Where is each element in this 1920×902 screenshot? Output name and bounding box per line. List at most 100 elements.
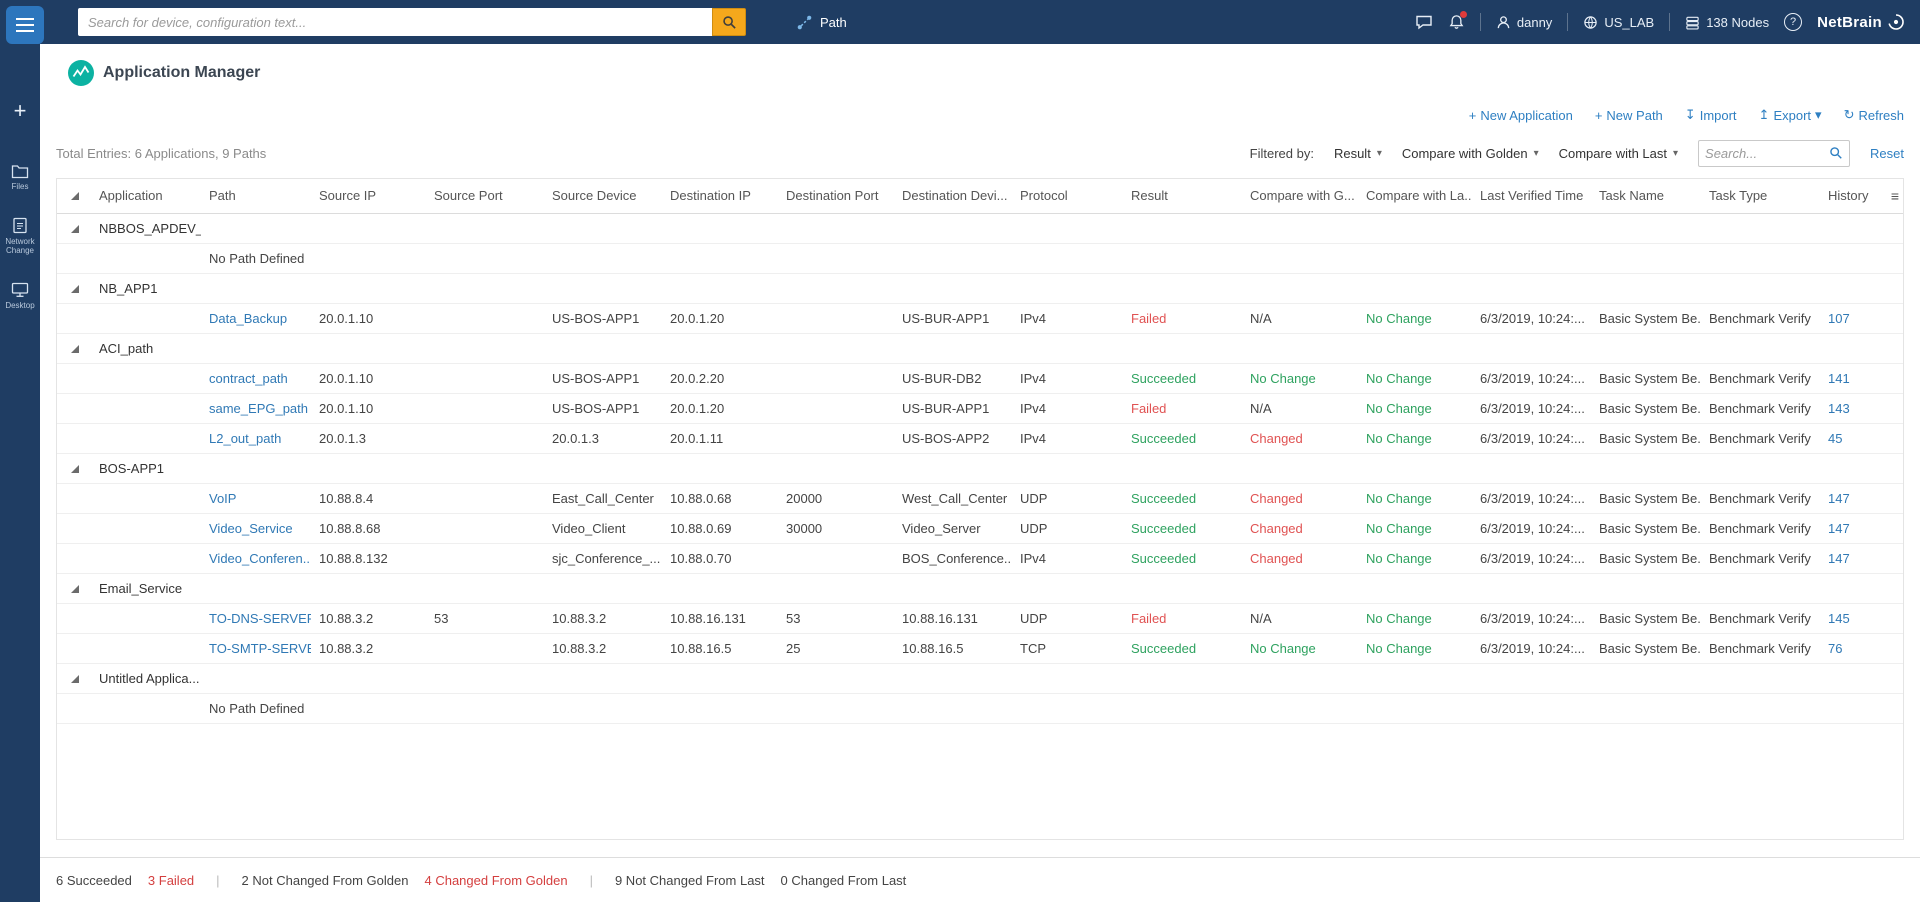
destination-device: US-BUR-APP1: [894, 303, 1012, 334]
table-header-row: Application Path Source IP Source Port S…: [57, 179, 1903, 214]
task-type: Benchmark Verify: [1701, 633, 1820, 664]
result-filter-dropdown[interactable]: Result ▾: [1334, 146, 1382, 161]
path-link[interactable]: TO-DNS-SERVER: [209, 611, 311, 626]
refresh-button[interactable]: ↻ Refresh: [1844, 107, 1904, 123]
destination-device: 10.88.16.131: [894, 603, 1012, 634]
help-icon[interactable]: ?: [1784, 13, 1803, 31]
notifications-bell-icon[interactable]: [1448, 11, 1467, 31]
col-history[interactable]: History: [1820, 179, 1882, 214]
new-path-button[interactable]: + New Path: [1595, 108, 1663, 123]
history-link[interactable]: 45: [1828, 431, 1842, 446]
path-row[interactable]: TO-DNS-SERVER 10.88.3.2 53 10.88.3.2 10.88.1…: [57, 603, 1903, 634]
path-row[interactable]: same_EPG_path 20.0.1.10 US-BOS-APP1 20.0.1.…: [57, 393, 1903, 424]
application-group-row[interactable]: BOS-APP1: [57, 453, 1903, 484]
col-destination-device[interactable]: Destination Devi...: [894, 179, 1012, 214]
history-link[interactable]: 143: [1828, 401, 1850, 416]
nodes-icon: [1685, 15, 1700, 30]
history-link[interactable]: 145: [1828, 611, 1850, 626]
import-button[interactable]: ↧ Import: [1685, 107, 1737, 123]
sidebar-item-files[interactable]: Files: [0, 164, 40, 191]
col-application[interactable]: Application: [91, 179, 201, 214]
history-link[interactable]: 107: [1828, 311, 1850, 326]
chat-icon[interactable]: [1415, 13, 1433, 31]
path-row[interactable]: L2_out_path 20.0.1.3 20.0.1.3 20.0.1.11 US-B…: [57, 423, 1903, 454]
table-search-input[interactable]: [1705, 145, 1830, 161]
compare-with-last: No Change: [1358, 603, 1472, 634]
collapse-group-icon[interactable]: [71, 464, 79, 473]
col-result[interactable]: Result: [1123, 179, 1242, 214]
global-search-button[interactable]: [712, 8, 746, 36]
application-group-row[interactable]: NBBOS_APDEV_...: [57, 213, 1903, 244]
path-row[interactable]: Data_Backup 20.0.1.10 US-BOS-APP1 20.0.1.20…: [57, 303, 1903, 334]
history-link[interactable]: 141: [1828, 371, 1850, 386]
task-name: Basic System Be...: [1591, 303, 1701, 334]
domain-menu[interactable]: US_LAB: [1583, 15, 1654, 30]
path-cell: Data_Backup: [201, 303, 311, 334]
path-link[interactable]: same_EPG_path: [209, 401, 308, 416]
path-link[interactable]: Data_Backup: [209, 311, 287, 326]
compare-with-last-dropdown[interactable]: Compare with Last ▾: [1559, 146, 1678, 161]
application-group-row[interactable]: NB_APP1: [57, 273, 1903, 304]
top-navigation-bar: Path danny US_LAB 138 Nod: [0, 0, 1920, 44]
col-compare-with-last[interactable]: Compare with La...: [1358, 179, 1472, 214]
col-protocol[interactable]: Protocol: [1012, 179, 1123, 214]
history-link[interactable]: 147: [1828, 491, 1850, 506]
history-link[interactable]: 147: [1828, 521, 1850, 536]
collapse-group-icon[interactable]: [71, 674, 79, 683]
path-link[interactable]: Video_Service: [209, 521, 293, 536]
col-task-name[interactable]: Task Name: [1591, 179, 1701, 214]
col-last-verified-time[interactable]: Last Verified Time: [1472, 179, 1591, 214]
search-icon[interactable]: [1829, 146, 1843, 160]
history-link[interactable]: 76: [1828, 641, 1842, 656]
path-link[interactable]: Video_Conferen...: [209, 551, 311, 566]
main-menu-button[interactable]: [6, 6, 44, 44]
collapse-all-icon: [71, 192, 79, 201]
path-link[interactable]: TO-SMTP-SERVER: [209, 641, 311, 656]
col-path[interactable]: Path: [201, 179, 311, 214]
col-source-device[interactable]: Source Device: [544, 179, 662, 214]
user-menu[interactable]: danny: [1496, 15, 1552, 30]
path-menu-item[interactable]: Path: [796, 14, 847, 31]
application-group-row[interactable]: Untitled Applica...: [57, 663, 1903, 694]
application-group-row[interactable]: Email_Service: [57, 573, 1903, 604]
global-search-input[interactable]: [78, 8, 712, 36]
collapse-all-header[interactable]: [57, 179, 91, 214]
nodes-menu[interactable]: 138 Nodes: [1685, 15, 1769, 30]
collapse-group-icon[interactable]: [71, 584, 79, 593]
path-row[interactable]: contract_path 20.0.1.10 US-BOS-APP1 20.0.2.…: [57, 363, 1903, 394]
path-link[interactable]: L2_out_path: [209, 431, 281, 446]
reset-filters-link[interactable]: Reset: [1870, 146, 1904, 161]
sidebar-item-network-change[interactable]: Network Change: [0, 217, 40, 255]
compare-with-golden: N/A: [1242, 603, 1358, 634]
column-menu-icon[interactable]: ≡: [1882, 179, 1903, 214]
history-link[interactable]: 147: [1828, 551, 1850, 566]
application-group-row[interactable]: ACI_path: [57, 333, 1903, 364]
result: Succeeded: [1123, 633, 1242, 664]
status-summary-item: 0 Changed From Last: [780, 872, 907, 888]
path-link[interactable]: VoIP: [209, 491, 236, 506]
sidebar-add-button[interactable]: +: [14, 100, 27, 122]
collapse-group-icon[interactable]: [71, 284, 79, 293]
collapse-group-icon[interactable]: [71, 344, 79, 353]
hamburger-icon: [16, 18, 34, 20]
path-row[interactable]: TO-SMTP-SERVER10.88.3.210.88.3.210.88.16…: [57, 633, 1903, 664]
path-row[interactable]: VoIP 10.88.8.4 East_Call_Center 10.88.0.68 2…: [57, 483, 1903, 514]
compare-with-golden-dropdown[interactable]: Compare with Golden ▾: [1402, 146, 1539, 161]
status-summary-item: 4 Changed From Golden: [424, 872, 568, 888]
path-link[interactable]: contract_path: [209, 371, 288, 386]
compare-with-last: No Change: [1358, 633, 1472, 664]
col-source-port[interactable]: Source Port: [426, 179, 544, 214]
sidebar-item-desktop[interactable]: Desktop: [0, 282, 40, 310]
col-task-type[interactable]: Task Type: [1701, 179, 1820, 214]
collapse-group-icon[interactable]: [71, 224, 79, 233]
new-application-button[interactable]: + New Application: [1469, 108, 1573, 123]
path-row[interactable]: Video_Conferen... 10.88.8.132 sjc_Conferen…: [57, 543, 1903, 574]
col-destination-port[interactable]: Destination Port: [778, 179, 894, 214]
col-destination-ip[interactable]: Destination IP: [662, 179, 778, 214]
export-button[interactable]: ↥ Export ▾: [1759, 107, 1822, 123]
path-row[interactable]: Video_Service 10.88.8.68 Video_Client 10.88…: [57, 513, 1903, 544]
col-source-ip[interactable]: Source IP: [311, 179, 426, 214]
task-type: Benchmark Verify: [1701, 363, 1820, 394]
destination-device: 10.88.16.5: [894, 633, 1012, 664]
col-compare-with-golden[interactable]: Compare with G...: [1242, 179, 1358, 214]
